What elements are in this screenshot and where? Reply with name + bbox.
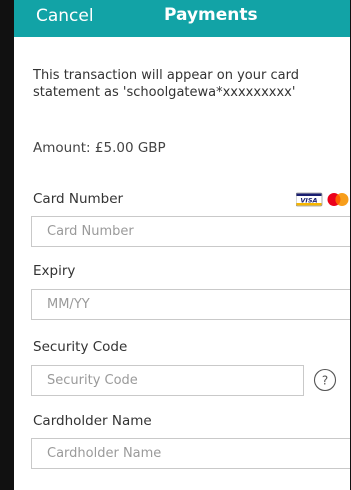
statement-notice: This transaction will appear on your car…	[33, 68, 299, 100]
card-brand-icons-svg: VISA	[295, 192, 349, 207]
cardholder-name-label: Cardholder Name	[33, 413, 152, 429]
security-code-placeholder: Security Code	[47, 373, 138, 388]
header-bar: Cancel Payments	[14, 0, 351, 37]
security-code-input[interactable]: Security Code	[31, 365, 304, 396]
question-circle-icon: ?	[313, 368, 337, 392]
mastercard-icon	[327, 193, 349, 206]
cardholder-name-placeholder: Cardholder Name	[47, 446, 162, 461]
card-number-placeholder: Card Number	[47, 224, 134, 239]
page-title: Payments	[164, 5, 258, 25]
expiry-placeholder: MM/YY	[47, 297, 90, 312]
expiry-input[interactable]: MM/YY	[31, 289, 351, 320]
security-code-label: Security Code	[33, 339, 128, 355]
visa-text: VISA	[300, 196, 317, 204]
card-brand-icons: VISA	[295, 191, 350, 207]
amount-text: Amount: £5.00 GBP	[33, 140, 166, 156]
security-code-help-button[interactable]: ?	[312, 367, 338, 393]
left-edge	[0, 0, 14, 490]
cardholder-name-input[interactable]: Cardholder Name	[31, 438, 351, 469]
card-number-label: Card Number	[33, 191, 124, 207]
help-question-mark: ?	[322, 374, 328, 388]
cancel-button[interactable]: Cancel	[36, 6, 94, 26]
visa-icon: VISA	[295, 192, 323, 207]
expiry-label: Expiry	[33, 263, 76, 279]
payments-screen: { "header": { "cancel_label": "Cancel", …	[0, 0, 351, 490]
card-number-input[interactable]: Card Number	[31, 216, 351, 247]
